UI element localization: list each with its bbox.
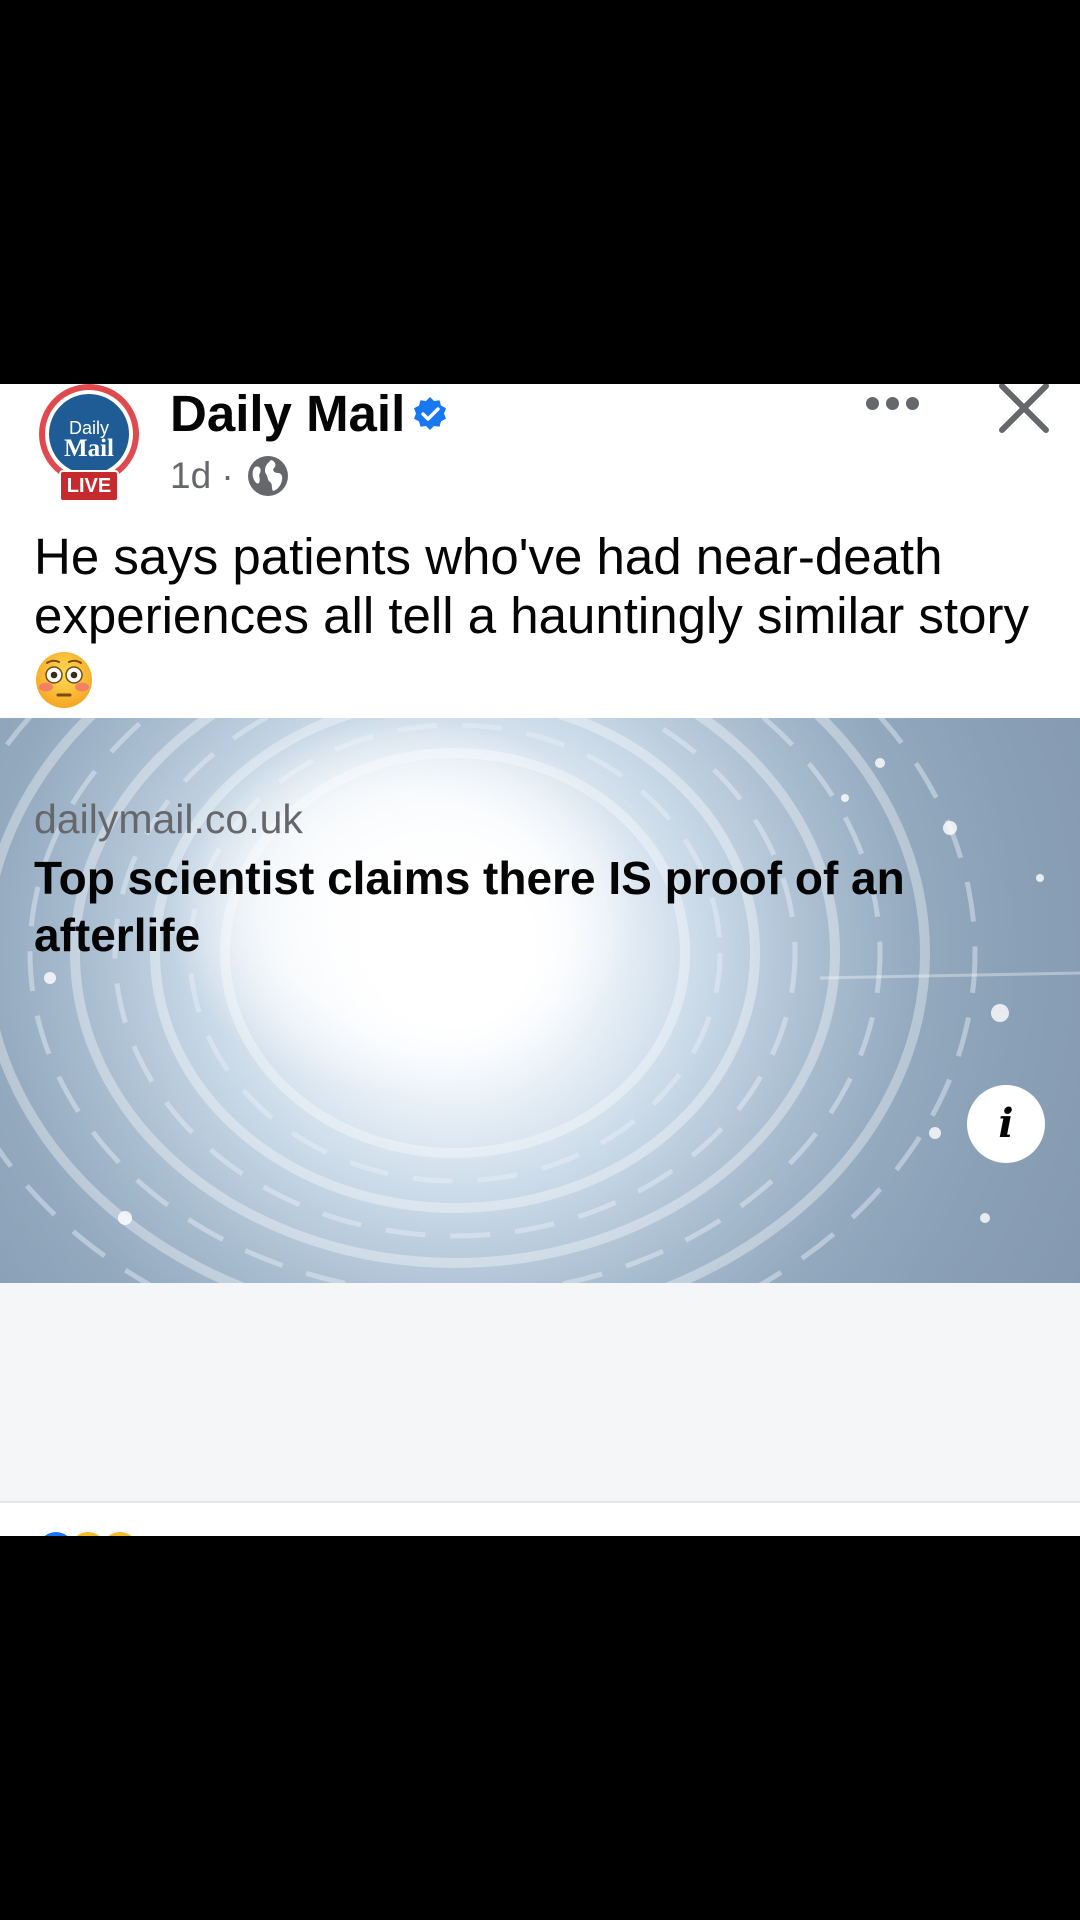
close-icon[interactable] [996,384,1052,438]
reactions-row-clipped [44,1532,132,1536]
link-domain[interactable]: dailymail.co.uk [34,794,303,844]
avatar-text-mail: Mail [64,435,114,462]
live-badge: LIVE [59,470,119,502]
page-avatar[interactable]: Daily Mail LIVE [33,384,145,502]
more-options-button[interactable] [860,384,924,428]
post-caption: He says patients who've had near-death e… [34,528,1029,644]
facebook-post-card: Daily Mail LIVE Daily Mail 1d · He says … [0,384,1080,1536]
post-timestamp[interactable]: 1d · [170,454,234,498]
screen: Daily Mail LIVE Daily Mail 1d · He says … [0,0,1080,1920]
verified-badge-icon [414,397,446,430]
globe-icon[interactable] [247,455,289,497]
link-title[interactable]: Top scientist claims there IS proof of a… [34,850,1014,964]
info-button[interactable]: i [967,1085,1045,1163]
flushed-face-emoji [36,652,92,708]
link-preview-footer[interactable] [0,1283,1080,1503]
page-name[interactable]: Daily Mail [170,386,405,442]
